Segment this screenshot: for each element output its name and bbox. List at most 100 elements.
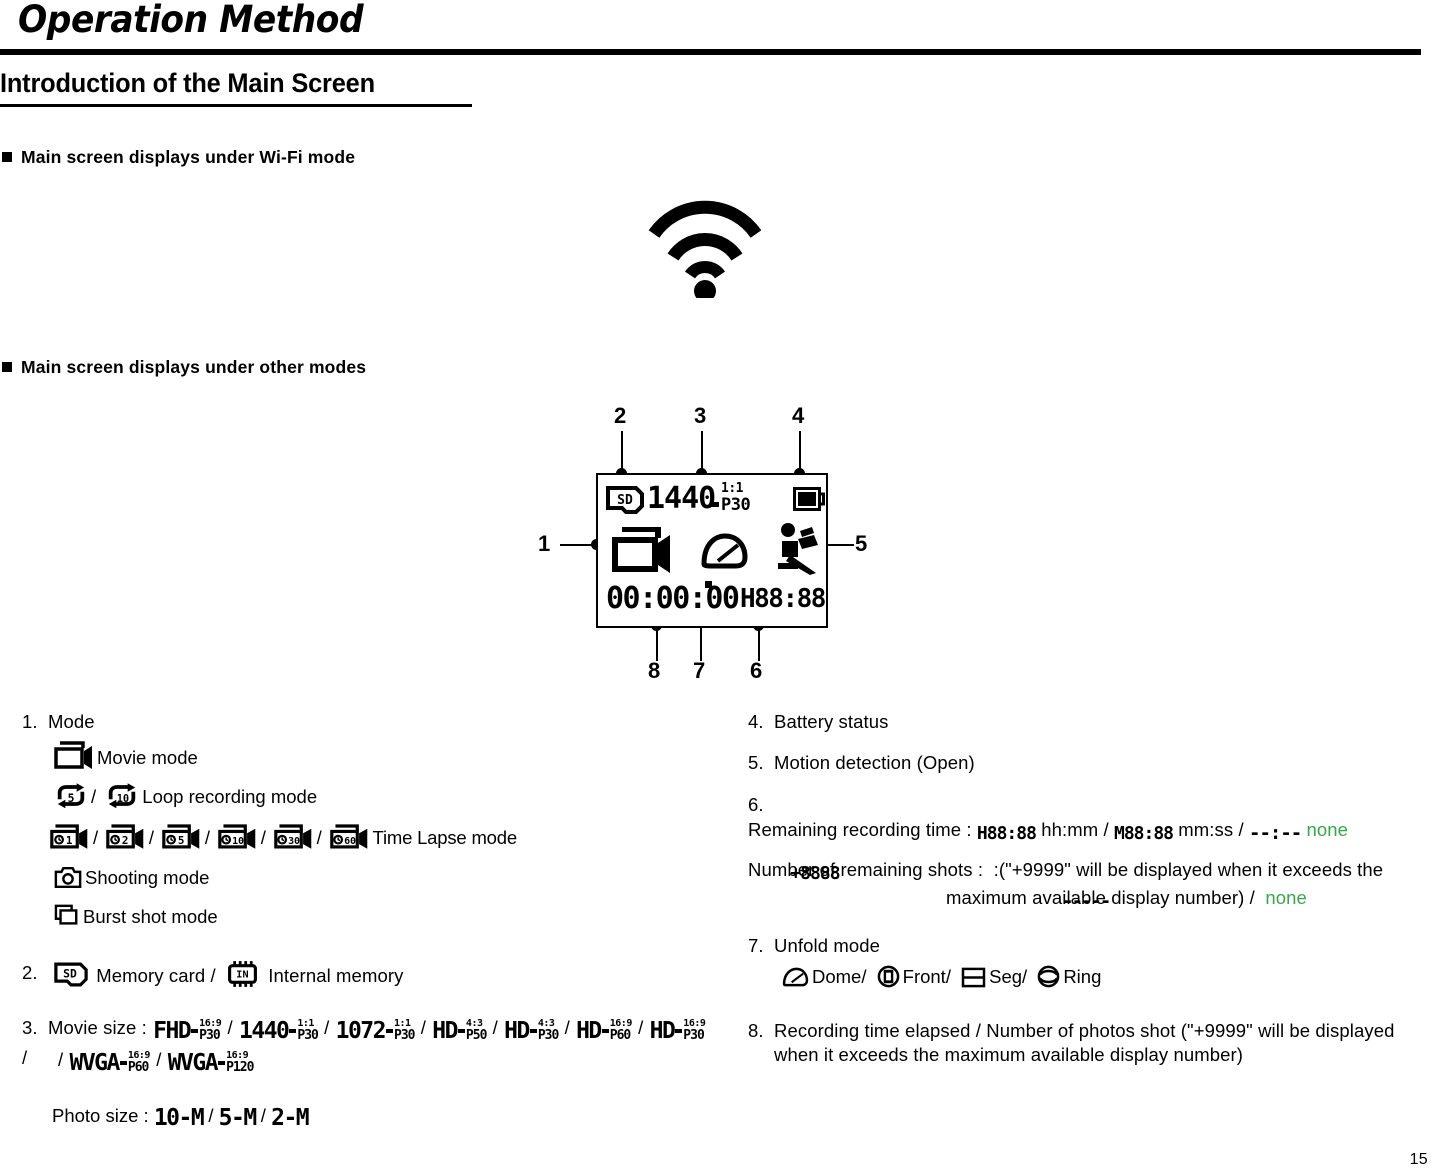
movie-size-separator: / bbox=[487, 1016, 504, 1038]
memory-separator: / bbox=[210, 964, 216, 986]
list-item-7: 7. Unfold mode bbox=[748, 934, 1428, 959]
ring-icon bbox=[1037, 965, 1060, 997]
movie-size-dash bbox=[601, 1028, 609, 1033]
movie-camera-icon bbox=[54, 740, 94, 778]
lcd-aspect-ratio: 1:1 bbox=[721, 481, 743, 496]
movie-size-badge: 1440 1:1 P30 bbox=[239, 1016, 319, 1047]
movie-size-dash bbox=[529, 1028, 537, 1033]
movie-size-separator: / bbox=[559, 1016, 576, 1038]
movie-size-badge: FHD 16:9 P30 bbox=[153, 1016, 222, 1047]
remaining-shots-line: Number of remaining shots : +8888 :("+99… bbox=[748, 859, 1384, 912]
camera-icon bbox=[54, 866, 82, 898]
seg-icon bbox=[961, 967, 986, 997]
leader-line-5 bbox=[824, 544, 854, 546]
sd-card-label: SD bbox=[617, 493, 633, 508]
callout-1: 1 bbox=[538, 531, 551, 556]
wifi-icon bbox=[648, 198, 762, 302]
callout-8: 8 bbox=[648, 658, 661, 683]
list-item-7-number: 7. bbox=[748, 935, 764, 957]
mode-timelapse-label: Time Lapse mode bbox=[372, 826, 518, 848]
movie-size-separator: / bbox=[150, 1049, 167, 1071]
svg-text:2: 2 bbox=[122, 834, 128, 847]
remaining-unit-mmss: mm:ss bbox=[1178, 818, 1234, 840]
movie-size-name: HD bbox=[649, 1017, 676, 1044]
timelapse-sep-3: / bbox=[204, 826, 210, 848]
internal-memory-label: IN bbox=[236, 970, 248, 981]
movie-size-spec: 16:9 P30 bbox=[199, 1018, 222, 1042]
leader-line-6 bbox=[758, 627, 760, 661]
list-item-1-number: 1. bbox=[22, 711, 38, 732]
movie-size-spec: 1:1 P30 bbox=[297, 1018, 319, 1042]
sd-card-icon: SD bbox=[54, 962, 88, 994]
dome-label: Dome/ bbox=[812, 965, 867, 987]
list-item-1-label: Mode bbox=[48, 711, 95, 732]
movie-size-badge: HD 16:9 P30 bbox=[650, 1016, 706, 1047]
list-item-8-number: 8. bbox=[748, 1019, 764, 1041]
page-title: Operation Method bbox=[18, 0, 364, 41]
sd-card-label: SD bbox=[63, 966, 77, 980]
movie-size-fps: P60 bbox=[127, 1060, 149, 1076]
dome-icon bbox=[782, 967, 809, 997]
movie-size-dash bbox=[191, 1028, 199, 1033]
mode-movie: Movie mode bbox=[54, 740, 722, 778]
lcd-resolution-dash bbox=[710, 502, 719, 507]
movie-size-fps: P30 bbox=[537, 1027, 560, 1043]
internal-memory-text: Internal memory bbox=[268, 964, 404, 986]
svg-text:1: 1 bbox=[66, 834, 73, 847]
movie-size-name: HD bbox=[504, 1017, 530, 1044]
movie-size-name: HD bbox=[576, 1017, 602, 1044]
heading-other-modes: Main screen displays under other modes bbox=[2, 357, 366, 378]
remaining-shots-none-label: none bbox=[1265, 886, 1307, 908]
movie-size-badge: WVGA 16:9 P120 bbox=[168, 1048, 255, 1079]
movie-size-dash bbox=[289, 1028, 297, 1033]
unfold-modes: Dome/ Front/ Seg/ Ring bbox=[782, 963, 1428, 997]
lcd-elapsed-dot bbox=[705, 581, 712, 588]
callout-4: 4 bbox=[792, 403, 805, 428]
timelapse-sep-5: / bbox=[316, 826, 322, 848]
seg-hhmm: H88:88 bbox=[976, 822, 1037, 844]
movie-size-name: FHD bbox=[153, 1017, 192, 1044]
photo-size-block: Photo size : 10-M / 5-M / 2-M bbox=[52, 1101, 722, 1137]
movie-size-badge: WVGA 16:9 P60 bbox=[69, 1048, 150, 1079]
movie-size-name: 1440 bbox=[239, 1017, 290, 1044]
movie-size-spec: 4:3 P50 bbox=[466, 1018, 488, 1042]
timelapse-30-icon: 30 bbox=[273, 823, 314, 858]
movie-camera-icon bbox=[612, 526, 674, 573]
timelapse-sep-1: / bbox=[93, 826, 98, 848]
movie-size-separator: / bbox=[415, 1016, 432, 1038]
movie-size-badge: HD 16:9 P60 bbox=[576, 1016, 632, 1047]
movie-size-fps: P30 bbox=[394, 1027, 416, 1043]
loop-5-icon: 5 bbox=[54, 783, 88, 817]
leader-line-8 bbox=[656, 627, 658, 661]
dome-icon bbox=[700, 533, 748, 571]
movie-size-spec: 16:9 P30 bbox=[683, 1018, 706, 1042]
battery-status-icon bbox=[793, 487, 825, 511]
movie-size-dash bbox=[675, 1028, 683, 1033]
timelapse-60-icon: 60 bbox=[329, 823, 370, 858]
lcd-elapsed-time: 00:00:00 bbox=[606, 581, 740, 616]
list-item-4: 4. Battery status bbox=[748, 710, 1428, 735]
internal-memory-icon: IN bbox=[225, 961, 260, 994]
legend-list-left: 1. Mode Movie mode 5 / 10 Loop recording… bbox=[22, 710, 722, 1136]
movie-size-dash bbox=[457, 1028, 465, 1033]
movie-size-separator: / bbox=[632, 1016, 649, 1038]
list-item-6-body: Remaining recording time : H88:88 hh:mm … bbox=[748, 818, 1428, 914]
seg-none-time: --:-- bbox=[1249, 821, 1302, 844]
memory-card-label: Memory card bbox=[96, 964, 206, 986]
mode-loop: 5 / 10 Loop recording mode bbox=[54, 783, 722, 817]
movie-size-spec: 16:9 P120 bbox=[226, 1051, 254, 1075]
timelapse-10-icon: 10 bbox=[217, 823, 258, 858]
loop-10-icon: 10 bbox=[105, 783, 139, 817]
front-icon bbox=[877, 965, 900, 997]
list-item-2: 2. SD Memory card / IN Internal memory bbox=[22, 961, 722, 994]
list-item-4-label: Battery status bbox=[774, 711, 889, 732]
front-label: Front/ bbox=[902, 965, 951, 987]
sd-card-icon: SD bbox=[606, 486, 644, 514]
timelapse-5-icon: 5 bbox=[162, 823, 202, 858]
movie-size-spec: 1:1 P30 bbox=[394, 1018, 416, 1043]
movie-size-spec: 4:3 P30 bbox=[537, 1018, 560, 1043]
lcd-status-row: SD 1440 1:1 P30 bbox=[606, 481, 825, 523]
svg-text:10: 10 bbox=[117, 793, 130, 805]
timelapse-1-icon: 1 bbox=[50, 823, 90, 858]
timelapse-2-icon: 2 bbox=[106, 823, 146, 858]
